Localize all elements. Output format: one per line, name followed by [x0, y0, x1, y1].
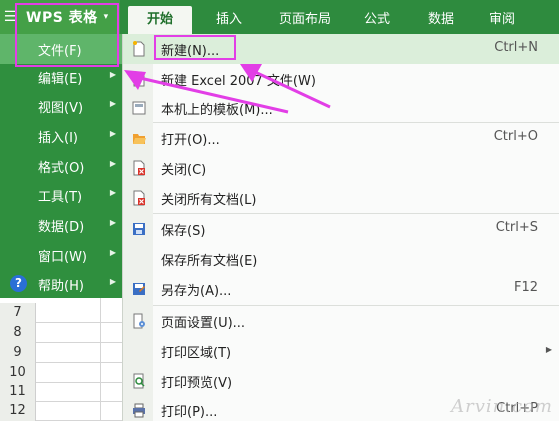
annotation-arrows	[124, 64, 331, 114]
watermark: Arvin.com	[451, 396, 553, 417]
